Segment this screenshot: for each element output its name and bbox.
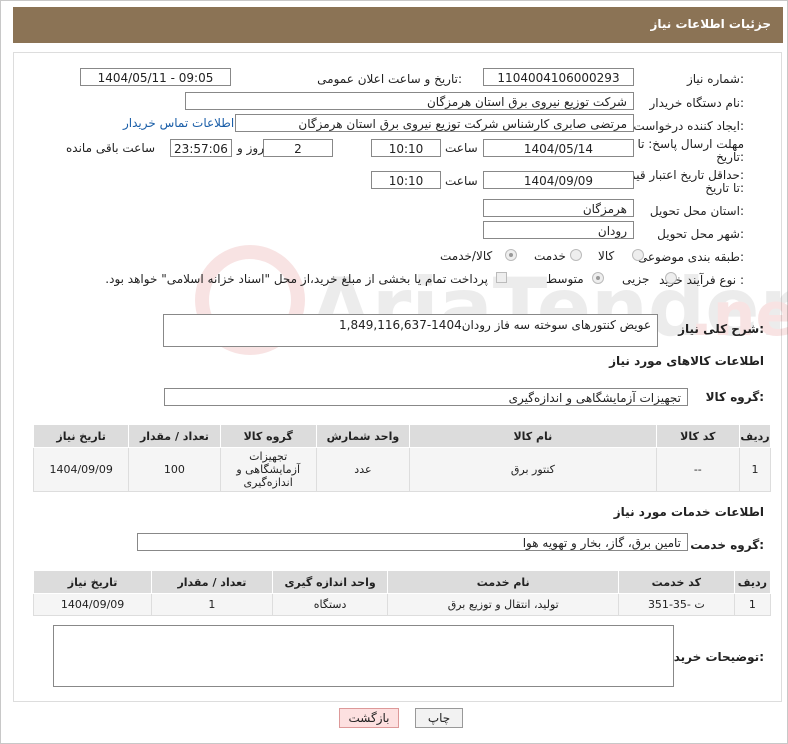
announce-field[interactable]: 1404/05/11 - 09:05 — [80, 68, 231, 86]
process-medium-radio[interactable] — [592, 272, 604, 284]
deadline-time-label: ساعت — [445, 141, 478, 155]
category-goods-label: کالا — [598, 249, 615, 263]
goods-qty: 100 — [128, 447, 221, 492]
category-service-radio[interactable] — [570, 249, 582, 261]
col-date: تاریخ نیاز — [32, 570, 153, 594]
category-goods-service-radio[interactable] — [505, 249, 517, 261]
goods-code: -- — [655, 447, 740, 492]
description-field[interactable]: عویض کنتورهای سوخته سه فاز رودان1404-1,8… — [163, 314, 658, 347]
province-label: استان محل تحویل: — [649, 204, 744, 218]
col-unit: واحد شمارش — [315, 424, 411, 448]
treasury-note: پرداخت تمام یا بخشی از مبلغ خرید،از محل … — [105, 272, 488, 286]
deadline-label-2: تاریخ: — [716, 150, 744, 164]
need-number-field[interactable]: 1104004106000293 — [483, 68, 634, 86]
creator-label: ایجاد کننده درخواست: — [633, 119, 744, 133]
remaining-time-field[interactable]: 23:57:06 — [170, 139, 232, 157]
goods-group-field[interactable]: تجهیزات آزمایشگاهی و اندازه‌گیری — [164, 388, 688, 406]
city-field[interactable]: رودان — [483, 221, 634, 239]
process-minor-radio[interactable] — [665, 272, 677, 284]
description-label: شرح کلی نیاز: — [678, 322, 764, 336]
days-label: روز و — [237, 141, 264, 155]
services-table: ردیف کد خدمت نام خدمت واحد اندازه گیری ت… — [32, 570, 772, 616]
row-number: 1 — [738, 447, 772, 492]
print-button[interactable]: چاپ — [415, 708, 463, 728]
goods-table: ردیف کد کالا نام کالا واحد شمارش گروه کا… — [32, 424, 772, 492]
row-number: 1 — [733, 593, 772, 616]
services-section-title: اطلاعات خدمات مورد نیاز — [613, 505, 764, 519]
table-row: 1 -- کنتور برق عدد تجهیزات آزمایشگاهی و … — [32, 447, 772, 492]
goods-name: کنتور برق — [409, 447, 657, 492]
need-number-label: شماره نیاز: — [686, 72, 744, 86]
goods-table-header: ردیف کد کالا نام کالا واحد شمارش گروه کا… — [32, 424, 772, 448]
category-service-label: خدمت — [534, 249, 566, 263]
category-goods-radio[interactable] — [632, 249, 644, 261]
service-code: ت -35-351 — [617, 593, 735, 616]
min-price-label: حداقل تاریخ اعتبار قیمت: — [617, 168, 744, 182]
col-code: کد کالا — [655, 424, 740, 448]
page-title: جزئیات اطلاعات نیاز — [650, 17, 771, 31]
col-group: گروه کالا — [219, 424, 317, 448]
page-header: جزئیات اطلاعات نیاز — [13, 7, 783, 43]
buyer-notes-field[interactable] — [53, 625, 674, 687]
process-medium-label: متوسط — [546, 272, 584, 286]
city-label: شهر محل تحویل: — [657, 227, 744, 241]
services-table-header: ردیف کد خدمت نام خدمت واحد اندازه گیری ت… — [32, 570, 772, 594]
province-field[interactable]: هرمزگان — [483, 199, 634, 217]
deadline-label: مهلت ارسال پاسخ: تا — [637, 137, 744, 151]
days-field[interactable]: 2 — [263, 139, 333, 157]
deadline-time-field[interactable]: 10:10 — [371, 139, 441, 157]
table-row: 1 ت -35-351 تولید، انتقال و توزیع برق دس… — [32, 593, 772, 616]
services-group-label: گروه خدمت: — [690, 538, 764, 552]
goods-group-label: گروه کالا: — [705, 390, 764, 404]
col-qty: تعداد / مقدار — [151, 570, 273, 594]
col-row: ردیف — [738, 424, 772, 448]
services-group-field[interactable]: تامین برق، گاز، بخار و تهویه هوا — [137, 533, 688, 551]
category-goods-service-label: کالا/خدمت — [440, 249, 493, 263]
col-name: نام کالا — [409, 424, 657, 448]
buyer-org-field[interactable]: شرکت توزیع نیروی برق استان هرمزگان — [185, 92, 634, 110]
col-qty: تعداد / مقدار — [128, 424, 221, 448]
col-code: کد خدمت — [617, 570, 735, 594]
buyer-org-label: نام دستگاه خریدار: — [649, 96, 745, 110]
col-row: ردیف — [733, 570, 772, 594]
min-price-time-field[interactable]: 10:10 — [371, 171, 441, 189]
service-date: 1404/09/09 — [32, 593, 153, 616]
col-unit: واحد اندازه گیری — [271, 570, 389, 594]
service-name: تولید، انتقال و توزیع برق — [387, 593, 619, 616]
min-price-label-2: تا تاریخ: — [705, 181, 744, 195]
min-price-date-field[interactable]: 1404/09/09 — [483, 171, 634, 189]
col-name: نام خدمت — [387, 570, 619, 594]
category-label: طبقه بندی موضوعی: — [637, 250, 744, 264]
goods-section-title: اطلاعات کالاهای مورد نیاز — [609, 354, 764, 368]
buyer-notes-label: توضیحات خریدار: — [662, 650, 764, 664]
goods-group: تجهیزات آزمایشگاهی و اندازه‌گیری — [219, 447, 317, 492]
col-date: تاریخ نیاز — [32, 424, 130, 448]
min-price-time-label: ساعت — [445, 174, 478, 188]
contact-info-link[interactable]: اطلاعات تماس خریدار — [123, 116, 234, 130]
announce-label: تاریخ و ساعت اعلان عمومی: — [317, 72, 462, 86]
deadline-date-field[interactable]: 1404/05/14 — [483, 139, 634, 157]
back-button[interactable]: بازگشت — [339, 708, 399, 728]
creator-field[interactable]: مرتضی صابری کارشناس شرکت توزیع نیروی برق… — [235, 114, 634, 132]
goods-unit: عدد — [315, 447, 411, 492]
service-unit: دستگاه — [271, 593, 389, 616]
treasury-checkbox[interactable] — [496, 272, 507, 283]
remaining-label: ساعت باقی مانده — [66, 141, 156, 155]
goods-date: 1404/09/09 — [32, 447, 130, 492]
service-qty: 1 — [151, 593, 273, 616]
process-minor-label: جزیی — [622, 272, 650, 286]
